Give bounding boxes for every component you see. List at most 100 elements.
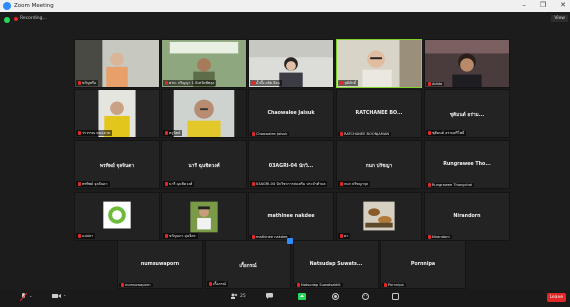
reactions-button[interactable]: [362, 293, 369, 300]
muted-mic-icon: [165, 234, 168, 238]
muted-mic-icon: [252, 235, 255, 239]
participant-name-label: นารี ฉุนชิดวงศ์: [163, 181, 195, 187]
view-button[interactable]: View: [551, 15, 568, 22]
participant-display-name: ชุติมนต์ อร่าม...: [449, 113, 485, 119]
participant-tile-p24[interactable]: Pornnipa Pornnipa: [380, 240, 466, 289]
participant-name-label: ศวท. ปริญญา 1 จังหวัดพัทลุง: [163, 80, 217, 86]
participant-tile-p12[interactable]: นารี ฉุนชิดวงศ์ นารี ฉุนชิดวงศ์: [161, 140, 247, 189]
participant-name-label: ขวัญหรือ: [76, 80, 98, 86]
muted-mic-icon: [340, 234, 343, 238]
participant-label-text: ครูนิตย์: [169, 131, 181, 135]
leave-button[interactable]: Leave: [546, 293, 566, 302]
participant-name-label: ชุติมนต์ อร่ามศรีโพธิ์: [426, 130, 467, 136]
participant-display-name: Chaowalee Jaisuk: [267, 111, 315, 117]
muted-mic-icon: [428, 183, 431, 187]
participants-icon: [231, 293, 238, 299]
participant-tile-p17[interactable]: ขวัญนภา อุ่นจิตร: [161, 192, 247, 241]
video-button[interactable]: ⌃: [52, 293, 66, 299]
participant-tile-p16[interactable]: แม่ปลา: [74, 192, 160, 241]
participant-tile-p2[interactable]: ศวท. ปริญญา 1 จังหวัดพัทลุง: [161, 39, 247, 88]
close-button[interactable]: ✕: [560, 1, 566, 9]
recording-dot-icon: [14, 16, 18, 21]
participant-tile-p5[interactable]: Adida: [424, 39, 510, 88]
participant-name-label: Adida: [426, 82, 445, 86]
participant-label-text: Pornnipa: [388, 283, 404, 287]
participant-display-name: Rungrawee Tho...: [443, 162, 491, 168]
window-controls: – ❐ ✕: [522, 1, 566, 9]
view-label: View: [554, 16, 565, 21]
muted-mic-icon: [428, 235, 431, 239]
participants-button[interactable]: 25: [230, 293, 246, 299]
muted-mic-icon: [384, 283, 387, 287]
participant-tile-p11[interactable]: พรทิพย์ จุลจินดา พรทิพย์ จุลจินดา: [74, 140, 160, 189]
participant-label-text: นารี ฉุนชิดวงศ์: [169, 182, 193, 186]
participant-name-label: Nirandorn: [426, 235, 452, 239]
muted-mic-icon: [252, 182, 255, 186]
participant-tile-p1[interactable]: ขวัญหรือ: [74, 39, 160, 88]
participant-label-text: ขวัญหรือ: [82, 81, 96, 85]
muted-mic-icon: [78, 81, 81, 85]
participant-tile-p22[interactable]: เกื้อกรณ์ เกื้อกรณ์: [205, 240, 291, 289]
raise-hand-icon: [287, 238, 293, 244]
window-title: Zoom Meeting: [14, 3, 54, 9]
participant-label-text: Nirandorn: [432, 235, 450, 239]
participant-tile-p3[interactable]: น้ำผึ้ง ผลิต ลิงน: [248, 39, 334, 88]
participant-tile-p10[interactable]: ชุติมนต์ อร่าม... ชุติมนต์ อร่ามศรีโพธิ์: [424, 89, 510, 138]
chat-button[interactable]: [266, 293, 273, 299]
participant-tile-p19[interactable]: ดา: [336, 192, 422, 241]
participant-label-text: mathinee nakdee: [256, 235, 288, 239]
record-button[interactable]: [332, 293, 339, 300]
participant-label-text: Adida: [432, 82, 443, 86]
participant-display-name: 03AGRI-04 นักวิ...: [268, 164, 314, 170]
participant-display-name: Natsudap Suwats...: [309, 262, 363, 268]
participant-name-label: Pornnipa: [382, 283, 406, 287]
muted-mic-icon: [428, 131, 431, 135]
muted-mic-icon: [340, 182, 343, 186]
muted-mic-icon: [252, 81, 255, 85]
participant-tile-p14[interactable]: กนก ปรัชญากนก ปรัชญากุล: [336, 140, 422, 189]
mute-button[interactable]: ⌃: [20, 293, 32, 301]
participant-tile-p23[interactable]: Natsudap Suwats... Natsudap Suwatsathit: [293, 240, 379, 289]
participant-tile-p21[interactable]: numsuwaporn numsuwaporn: [117, 240, 203, 289]
participant-label-text: เกื้อกรณ์: [213, 282, 227, 286]
participant-display-name: numsuwaporn: [140, 262, 180, 268]
security-shield-icon[interactable]: [4, 17, 10, 23]
participant-tile-p8[interactable]: Chaowalee Jaisuk Chaowalee Jaisuk: [248, 89, 334, 138]
participant-tile-p4[interactable]: วุฒิศักดิ์: [336, 39, 422, 88]
participant-video: [425, 40, 509, 87]
participant-label-text: วรวรรณ คนฉลาด: [82, 131, 111, 135]
share-screen-icon: [298, 293, 306, 300]
participant-label-text: ดา: [344, 234, 349, 238]
participant-name-label: mathinee nakdee: [250, 235, 290, 239]
muted-mic-icon: [78, 182, 81, 186]
participant-name-label: Chaowalee Jaisuk: [250, 132, 290, 136]
muted-mic-icon: [78, 234, 81, 238]
window-titlebar: Zoom Meeting – ❐ ✕: [0, 0, 570, 12]
muted-mic-icon: [340, 81, 343, 85]
smiley-icon: [362, 293, 369, 300]
participant-tile-p6[interactable]: วรวรรณ คนฉลาด: [74, 89, 160, 138]
participant-label-text: Rungrawee Thongchai: [432, 183, 473, 187]
video-caret-icon[interactable]: ⌃: [63, 294, 66, 299]
muted-mic-icon: [340, 132, 343, 136]
participant-name-label: กนก ปรัชญากุล: [338, 181, 371, 187]
participant-tile-p13[interactable]: 03AGRI-04 นักวิ... 03AGRI-04 นักวิชาการส่…: [248, 140, 334, 189]
participant-tile-p15[interactable]: Rungrawee Tho... Rungrawee Thongchai: [424, 140, 510, 189]
participant-tile-p7[interactable]: ครูนิตย์: [161, 89, 247, 138]
meeting-top-strip: [0, 12, 570, 30]
record-icon: [332, 293, 339, 300]
participant-label-text: กนก ปรัชญากุล: [344, 182, 369, 186]
participant-tile-p20[interactable]: Nirandorn Nirandorn: [424, 192, 510, 241]
maximize-button[interactable]: ❐: [540, 1, 546, 9]
share-screen-button[interactable]: [298, 293, 306, 300]
participant-tile-p18[interactable]: mathinee nakdee mathinee nakdee: [248, 192, 334, 241]
apps-button[interactable]: [392, 293, 399, 300]
participant-tile-p9[interactable]: RATCHANEE BO... RATCHANEE BOONJAMAN: [336, 89, 422, 138]
participant-name-label: เกื้อกรณ์: [207, 281, 229, 287]
mute-caret-icon[interactable]: ⌃: [29, 295, 32, 300]
meeting-toolbar: ⌃ ⌃ 25 Leave: [0, 290, 570, 307]
participant-name-label: วุฒิศักดิ์: [338, 80, 359, 86]
participant-display-name: กนก ปรัชญา: [365, 164, 393, 170]
minimize-button[interactable]: –: [522, 1, 526, 9]
participant-display-name: Pornnipa: [410, 262, 436, 268]
